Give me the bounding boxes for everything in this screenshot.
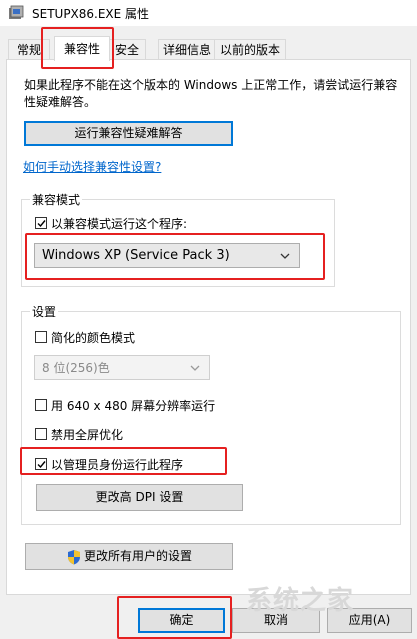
compat-mode-checkbox-label: 以兼容模式运行这个程序: (51, 217, 188, 231)
run-troubleshooter-button[interactable]: 运行兼容性疑难解答 (24, 121, 233, 146)
highlight-ok-button (117, 596, 232, 639)
tab-compatibility[interactable]: 兼容性 (54, 36, 110, 61)
reduced-color-label: 简化的颜色模式 (51, 331, 136, 345)
checkmark-icon (37, 220, 46, 228)
color-depth-select[interactable]: 8 位(256)色 (34, 355, 210, 380)
disable-fullscreen-checkbox[interactable] (35, 428, 47, 440)
watermark-logo: 系统之家 (246, 586, 355, 616)
chevron-down-icon (190, 356, 200, 388)
change-dpi-button[interactable]: 更改高 DPI 设置 (36, 484, 243, 511)
reduced-color-checkbox[interactable] (35, 331, 47, 343)
disable-fullscreen-label: 禁用全屏优化 (51, 428, 124, 442)
change-all-users-label: 更改所有用户的设置 (83, 549, 192, 563)
uac-shield-icon (68, 550, 80, 565)
compat-mode-group-label: 兼容模式 (30, 191, 83, 208)
compat-mode-checkbox[interactable] (35, 217, 47, 229)
tab-previous-versions[interactable]: 以前的版本 (214, 39, 286, 60)
tab-details[interactable]: 详细信息 (158, 39, 216, 60)
color-depth-value: 8 位(256)色 (42, 361, 110, 375)
title-bar: SETUPX86.EXE 属性 (0, 0, 417, 26)
change-all-users-button[interactable]: 更改所有用户的设置 (25, 543, 233, 570)
highlight-os-select (25, 233, 325, 280)
settings-group-label: 设置 (30, 303, 59, 320)
res-640-label: 用 640 x 480 屏幕分辨率运行 (51, 399, 216, 413)
tab-strip: 常规 兼容性 安全 详细信息 以前的版本 (0, 36, 417, 61)
res-640-checkbox[interactable] (35, 399, 47, 411)
window-title: SETUPX86.EXE 属性 (32, 7, 150, 21)
intro-text: 如果此程序不能在这个版本的 Windows 上正常工作，请尝试运行兼容性疑难解答… (24, 78, 398, 109)
manual-settings-link[interactable]: 如何手动选择兼容性设置? (23, 158, 161, 175)
highlight-run-as-admin (20, 447, 227, 475)
installer-app-icon (9, 5, 24, 19)
